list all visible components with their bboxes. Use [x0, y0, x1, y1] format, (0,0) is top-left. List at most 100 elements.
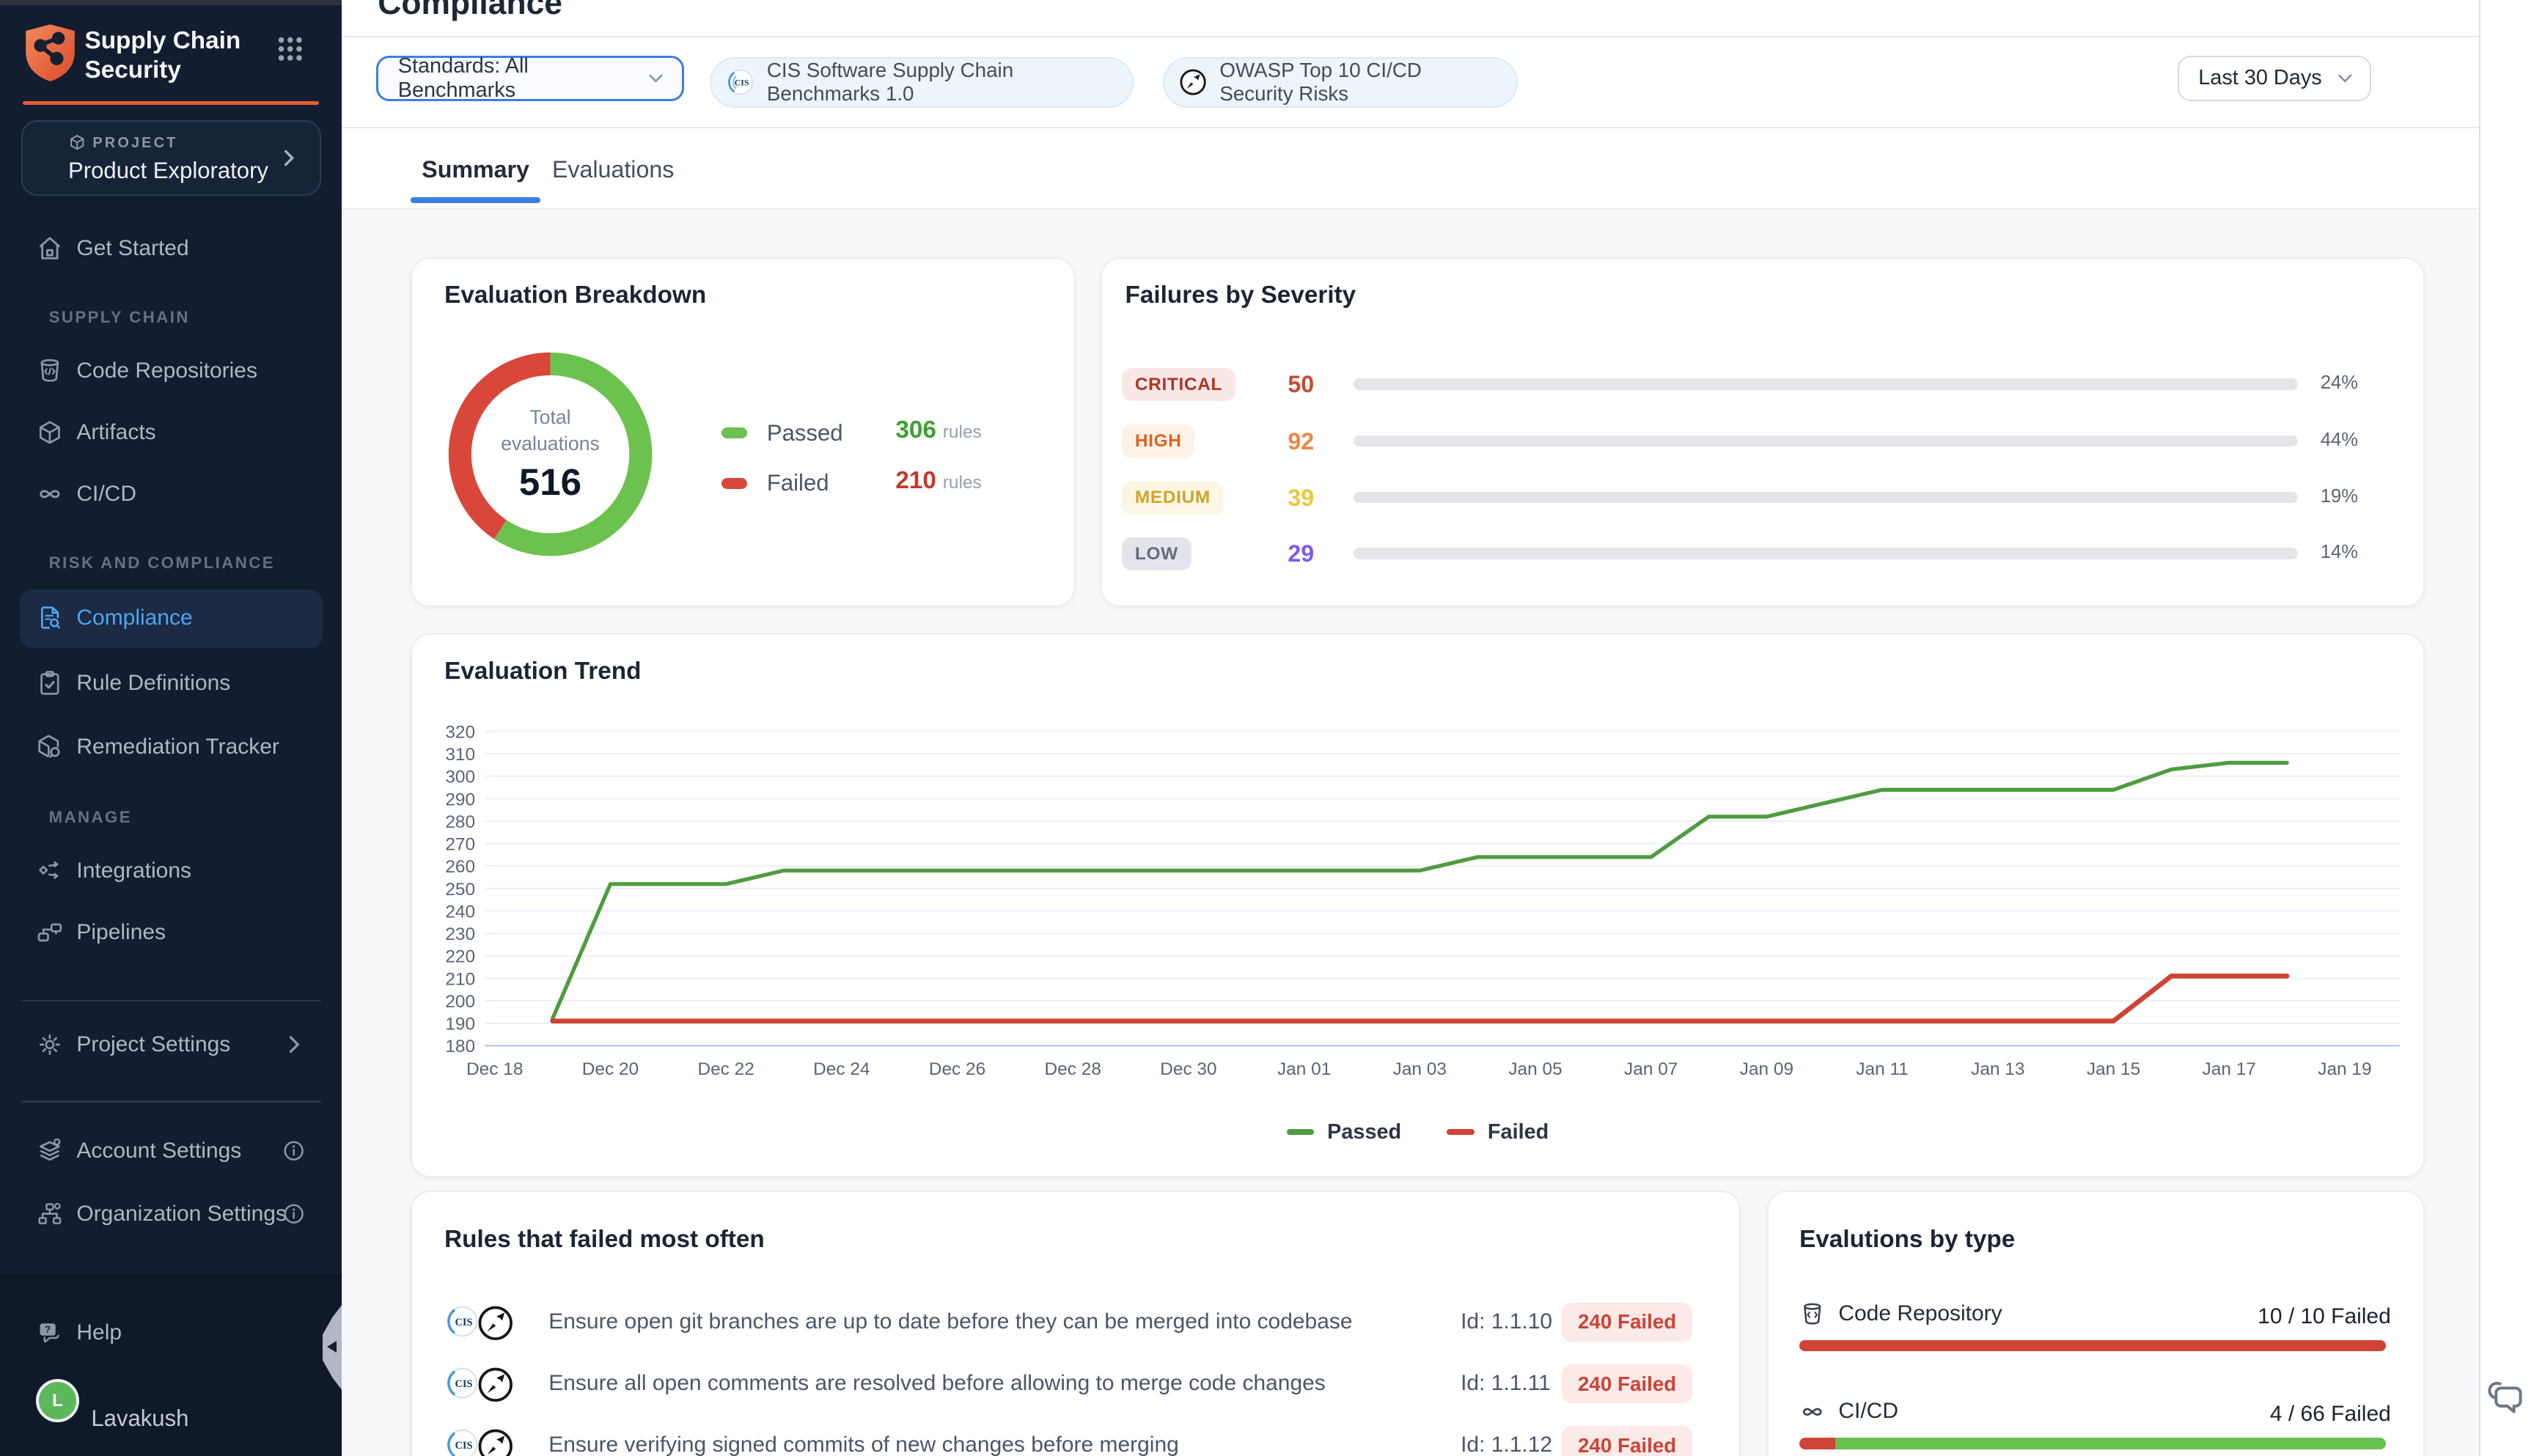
chat-widget-icon[interactable]: [2487, 1378, 2530, 1420]
severity-bar: [1354, 378, 2298, 390]
sidebar-item-help[interactable]: ? Help: [0, 1312, 342, 1355]
tab-evaluations[interactable]: Evaluations: [552, 156, 674, 183]
sidebar-item-get-started[interactable]: Get Started: [0, 228, 342, 271]
compliance-document-icon: [36, 604, 64, 632]
severity-bar: [1354, 435, 2298, 447]
rule-text: Ensure open git branches are up to date …: [548, 1309, 1352, 1334]
svg-text:Jan 05: Jan 05: [1509, 1059, 1562, 1079]
section-label-supply-chain: SUPPLY CHAIN: [49, 308, 190, 327]
sidebar-user[interactable]: L Lavakush: [0, 1399, 342, 1441]
rule-id: Id: 1.1.11: [1461, 1371, 1551, 1396]
svg-text:210: 210: [446, 969, 476, 989]
active-tab-underline: [411, 197, 541, 203]
legend-item-passed: Passed: [1287, 1120, 1402, 1144]
legend-item-failed: Failed: [1447, 1120, 1549, 1144]
svg-text:Dec 28: Dec 28: [1045, 1059, 1101, 1079]
failed-count-badge: 240 Failed: [1562, 1426, 1693, 1455]
svg-text:190: 190: [446, 1014, 476, 1034]
legend-item-passed: Passed: [721, 416, 843, 449]
cicd-infinity-icon: [1799, 1399, 1826, 1425]
severity-count: 50: [1249, 371, 1314, 398]
remediation-box-icon: [36, 732, 64, 760]
app-grid-icon[interactable]: [277, 36, 304, 62]
cis-icon: CIS: [443, 1364, 480, 1402]
date-range-select[interactable]: Last 30 Days: [2178, 56, 2371, 101]
filter-chip-owasp[interactable]: OWASP Top 10 CI/CD Security Risks: [1163, 57, 1518, 108]
filter-chip-cis[interactable]: CIS CIS Software Supply Chain Benchmarks…: [710, 57, 1133, 108]
rule-text: Ensure verifying signed commits of new c…: [548, 1433, 1179, 1455]
clipboard-check-icon: [36, 669, 64, 697]
svg-text:Jan 09: Jan 09: [1740, 1059, 1793, 1079]
sidebar-item-code-repositories[interactable]: Code Repositories: [0, 350, 342, 393]
svg-text:Jan 19: Jan 19: [2318, 1059, 2371, 1079]
sidebar-item-artifacts[interactable]: Artifacts: [0, 412, 342, 455]
filters-divider: [342, 127, 2478, 128]
rule-row[interactable]: CIS Ensure all open comments are resolve…: [412, 1363, 1740, 1408]
svg-text:230: 230: [446, 924, 476, 944]
severity-bar: [1354, 492, 2298, 504]
rule-row[interactable]: CIS Ensure open git branches are up to d…: [412, 1301, 1740, 1346]
sidebar-item-cicd[interactable]: CI/CD: [0, 474, 342, 516]
brand-title-line2: Security: [84, 56, 180, 85]
svg-text:Dec 26: Dec 26: [929, 1059, 985, 1079]
svg-text:Dec 18: Dec 18: [466, 1059, 523, 1079]
svg-text:300: 300: [446, 767, 476, 787]
brand-divider: [23, 101, 319, 106]
owasp-icon: [475, 1426, 516, 1455]
cis-icon: CIS: [443, 1303, 480, 1340]
svg-text:260: 260: [446, 857, 476, 877]
trend-legend: Passed Failed: [412, 1120, 2424, 1144]
svg-text:Dec 24: Dec 24: [813, 1059, 870, 1079]
integrations-share-icon: [36, 856, 64, 884]
svg-text:200: 200: [446, 991, 476, 1011]
sidebar: Supply Chain Security PROJECT Product Ex…: [0, 0, 342, 1456]
failed-value: 210 rules: [895, 467, 981, 499]
type-status: 10 / 10 Failed: [2258, 1304, 2391, 1329]
type-label-code-repository: Code Repository: [1799, 1301, 2002, 1327]
cis-icon: CIS: [724, 67, 755, 98]
sidebar-item-compliance[interactable]: Compliance: [0, 598, 342, 640]
sidebar-item-organization-settings[interactable]: Organization Settings: [0, 1194, 342, 1236]
help-chat-icon: ?: [36, 1319, 64, 1347]
home-icon: [36, 235, 64, 262]
evaluation-trend-card: Evaluation Trend 18019020021022023024025…: [411, 633, 2425, 1177]
sidebar-item-rule-definitions[interactable]: Rule Definitions: [0, 663, 342, 705]
brand-logo-shield-icon: [24, 23, 76, 83]
organization-icon: [36, 1200, 64, 1228]
tab-summary[interactable]: Summary: [422, 156, 529, 183]
standards-filter-select[interactable]: Standards: All Benchmarks: [376, 56, 684, 101]
project-label: PROJECT: [92, 135, 177, 152]
rule-row[interactable]: CIS Ensure verifying signed commits of n…: [412, 1424, 1740, 1455]
project-selector[interactable]: PROJECT Product Exploratory: [21, 120, 321, 195]
owasp-icon: [475, 1364, 516, 1405]
evaluation-breakdown-card: Evaluation Breakdown Total evaluations 5…: [411, 257, 1075, 608]
sidebar-divider: [21, 1000, 321, 1001]
window-top-strip: [0, 0, 342, 5]
info-icon[interactable]: [282, 1202, 306, 1226]
total-evaluations-value: 516: [519, 460, 581, 504]
svg-text:180: 180: [446, 1037, 476, 1056]
sidebar-item-pipelines[interactable]: Pipelines: [0, 912, 342, 955]
project-box-icon: [68, 133, 86, 151]
scrollbar-track[interactable]: [2479, 0, 2534, 1456]
svg-text:Dec 20: Dec 20: [582, 1059, 639, 1079]
svg-text:Dec 22: Dec 22: [698, 1059, 754, 1079]
sidebar-item-integrations[interactable]: Integrations: [0, 850, 342, 892]
svg-text:250: 250: [446, 879, 476, 899]
svg-text:CIS: CIS: [455, 1378, 472, 1390]
svg-text:Jan 07: Jan 07: [1624, 1059, 1678, 1079]
chevron-right-icon: [277, 147, 300, 169]
info-icon[interactable]: [282, 1139, 306, 1163]
collapse-arrow-icon: [327, 1341, 337, 1353]
evaluation-trend-line-chart: 1801902002102202302402502602702802903003…: [438, 705, 2400, 1096]
user-name: Lavakush: [91, 1405, 188, 1432]
svg-text:220: 220: [446, 946, 476, 966]
sidebar-item-account-settings[interactable]: Account Settings: [0, 1130, 342, 1172]
account-layers-icon: [36, 1136, 64, 1164]
brand-title-line1: Supply Chain: [84, 26, 240, 56]
svg-text:Jan 03: Jan 03: [1393, 1059, 1447, 1079]
page-title: Compliance: [378, 0, 562, 22]
sidebar-item-project-settings[interactable]: Project Settings: [0, 1024, 342, 1067]
rules-failed-card: Rules that failed most often CIS Ensure …: [411, 1191, 1741, 1456]
sidebar-item-remediation-tracker[interactable]: Remediation Tracker: [0, 727, 342, 769]
